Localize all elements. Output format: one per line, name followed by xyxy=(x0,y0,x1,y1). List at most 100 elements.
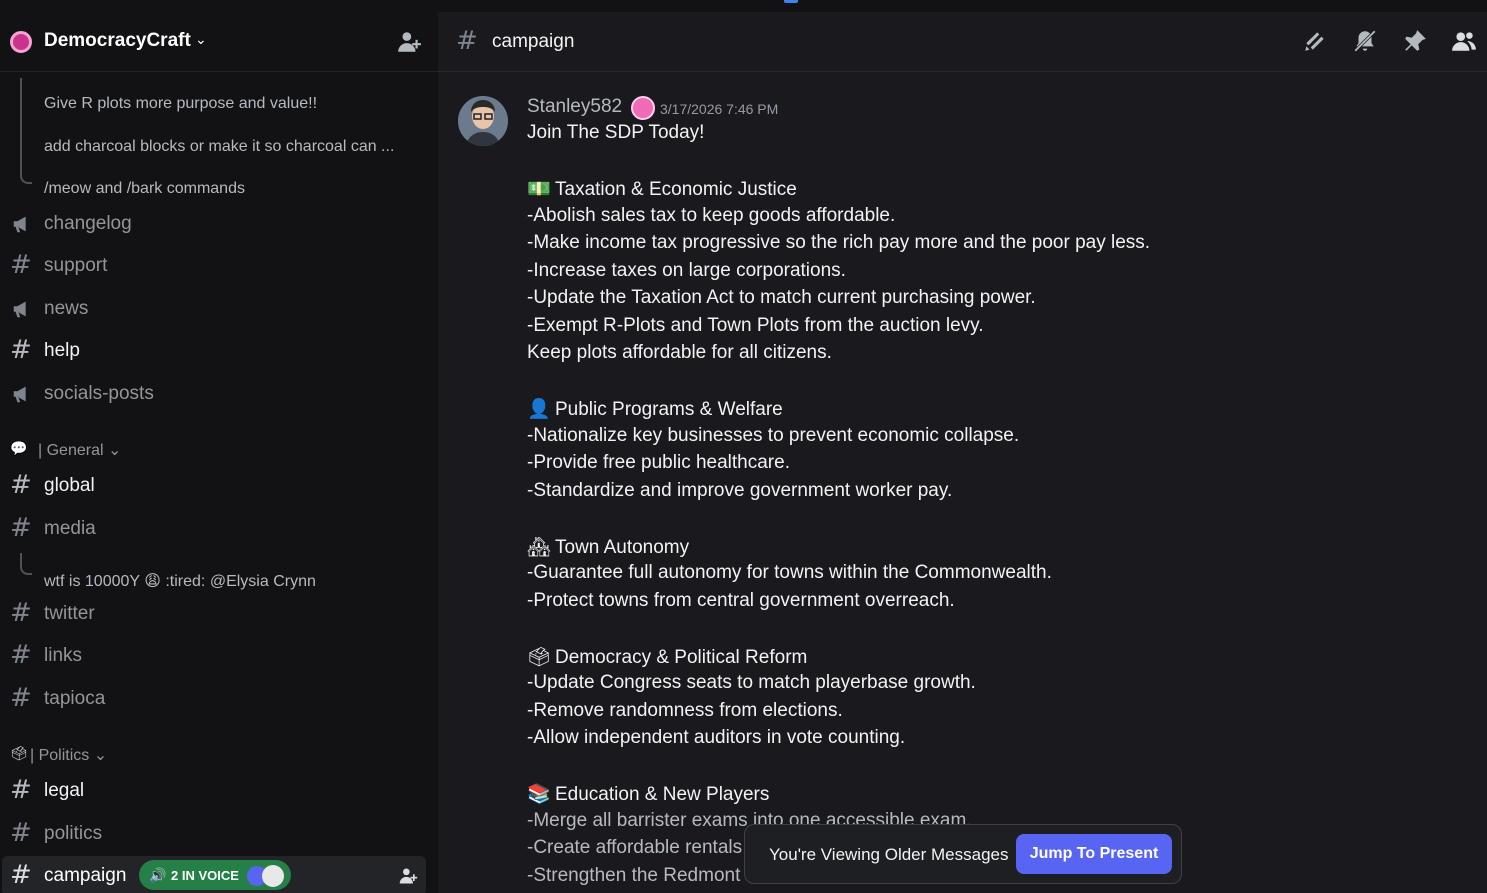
channel-tapioca[interactable]: # tapioca xyxy=(0,679,438,719)
channel-label[interactable]: help xyxy=(44,340,80,362)
emoji-icon: 🏘 xyxy=(527,535,552,558)
thread-item[interactable]: /meow and /bark commands xyxy=(0,167,438,207)
message-line: -Make income tax progressive so the rich… xyxy=(527,232,1150,254)
message-text: -Provide free public healthcare. xyxy=(527,452,790,473)
hashtag-icon: # xyxy=(10,640,32,670)
server-header[interactable]: DemocracyCraft ⌄ xyxy=(0,12,438,72)
channel-sidebar: DemocracyCraft ⌄ Give R plots more purpo… xyxy=(0,12,438,893)
message-line: -Standardize and improve government work… xyxy=(527,480,952,502)
update-indicator xyxy=(784,0,798,3)
category-label[interactable]: | Politics ⌄ xyxy=(30,745,107,765)
announcement-icon xyxy=(13,216,26,233)
channel-socials-posts[interactable]: socials-posts xyxy=(0,374,438,414)
avatar[interactable] xyxy=(458,96,508,146)
message-text: Education & New Players xyxy=(555,784,770,805)
thread-label[interactable]: add charcoal blocks or make it so charco… xyxy=(44,138,416,156)
channel-label[interactable]: politics xyxy=(44,823,102,845)
emoji-icon: 📚 xyxy=(527,783,551,805)
message-text: -Make income tax progressive so the rich… xyxy=(527,232,1151,253)
older-messages-text: You're Viewing Older Messages xyxy=(769,845,1009,864)
message-line: -Guarantee full autonomy for towns withi… xyxy=(527,562,1052,584)
add-member-icon[interactable] xyxy=(398,866,418,886)
message-line: -Increase taxes on large corporations. xyxy=(527,260,846,282)
members-icon[interactable] xyxy=(1451,28,1477,54)
message-line: -Update Congress seats to match playerba… xyxy=(527,672,976,694)
channel-help[interactable]: # help xyxy=(0,331,438,371)
message-line: -Strengthen the Redmont xyxy=(527,865,740,887)
server-icon xyxy=(10,31,32,53)
message-text: -Update the Taxation Act to match curren… xyxy=(527,287,1036,308)
channel-changelog[interactable]: changelog xyxy=(0,204,438,244)
tired-emoji-icon: 😩 xyxy=(144,573,161,590)
message-line: -Nationalize key businesses to prevent e… xyxy=(527,425,1019,447)
channel-support[interactable]: # support xyxy=(0,246,438,286)
message-text: Town Autonomy xyxy=(555,536,690,558)
channel-campaign[interactable]: # campaign 🔊 2 IN VOICE xyxy=(2,856,426,893)
channel-label[interactable]: support xyxy=(44,255,107,277)
message-author[interactable]: Stanley582 xyxy=(527,96,622,118)
message-text: -Remove randomness from elections. xyxy=(527,699,843,721)
channel-politics[interactable]: # politics xyxy=(0,814,438,854)
hashtag-icon: # xyxy=(456,26,478,56)
message-list[interactable]: Stanley582 3/17/2026 7:46 PM Join The SD… xyxy=(438,72,1487,893)
speaker-icon: 🔊 xyxy=(149,867,167,883)
message-line: -Provide free public healthcare. xyxy=(527,452,790,474)
message-line: -Allow independent auditors in vote coun… xyxy=(527,727,905,749)
message-text: -Abolish sales tax to keep goods afforda… xyxy=(527,204,896,226)
message-timestamp: 3/17/2026 7:46 PM xyxy=(660,101,779,117)
message-line: -Update the Taxation Act to match curren… xyxy=(527,287,1036,309)
thread-item[interactable]: Give R plots more purpose and value!! xyxy=(0,82,438,122)
message-text: -Allow independent auditors in vote coun… xyxy=(527,727,906,748)
channel-news[interactable]: news xyxy=(0,289,438,329)
message-text: Keep plots affordable for all citizens. xyxy=(527,342,832,363)
channel-title: campaign xyxy=(492,31,575,52)
channel-label[interactable]: socials-posts xyxy=(44,383,154,405)
channel-label[interactable]: media xyxy=(44,518,96,540)
server-name[interactable]: DemocracyCraft xyxy=(44,30,191,52)
channel-label[interactable]: legal xyxy=(44,780,84,802)
mute-icon[interactable] xyxy=(1352,28,1378,54)
thread-label[interactable]: Give R plots more purpose and value!! xyxy=(44,95,416,113)
thread-item[interactable]: wtf is 10000Y 😩 :tired: @Elysia Crynn xyxy=(0,558,438,598)
jump-to-present-button[interactable]: Jump To Present xyxy=(1016,834,1172,874)
thread-label[interactable]: wtf is 10000Y 😩 :tired: @Elysia Crynn xyxy=(44,571,416,591)
pin-icon[interactable] xyxy=(1402,28,1428,54)
message-text: -Nationalize key businesses to prevent e… xyxy=(527,424,1020,446)
role-icon[interactable] xyxy=(631,96,655,120)
message-text: -Exempt R-Plots and Town Plots from the … xyxy=(527,314,984,336)
message-line: 👤 Public Programs & Welfare xyxy=(527,397,783,421)
channel-label[interactable]: links xyxy=(44,645,82,667)
threads-icon[interactable] xyxy=(1302,28,1328,54)
message-line: -Protect towns from central government o… xyxy=(527,590,955,612)
channel-label[interactable]: news xyxy=(44,298,88,320)
hashtag-icon: # xyxy=(10,335,32,365)
channel-label[interactable]: campaign xyxy=(44,865,126,887)
channel-label[interactable]: twitter xyxy=(44,603,95,625)
channel-legal[interactable]: # legal xyxy=(0,771,438,811)
chevron-down-icon[interactable]: ⌄ xyxy=(195,31,207,48)
channel-global[interactable]: # global xyxy=(0,466,438,506)
invite-people-icon[interactable] xyxy=(396,29,422,55)
channel-label[interactable]: global xyxy=(44,475,95,497)
chat-header: # campaign xyxy=(438,12,1487,72)
channel-twitter[interactable]: # twitter xyxy=(0,594,438,634)
user-avatar-image xyxy=(458,96,508,146)
hashtag-icon: # xyxy=(10,250,32,280)
emoji-icon: 👤 xyxy=(527,398,551,420)
category-label[interactable]: | General ⌄ xyxy=(38,440,121,460)
avatar xyxy=(262,865,284,887)
channel-label[interactable]: tapioca xyxy=(44,688,105,710)
message-text: Public Programs & Welfare xyxy=(555,399,783,420)
voice-activity-badge[interactable]: 🔊 2 IN VOICE xyxy=(139,860,291,890)
thread-item[interactable]: add charcoal blocks or make it so charco… xyxy=(0,125,438,165)
emoji-icon: 💵 xyxy=(527,178,551,200)
channel-media[interactable]: # media xyxy=(0,509,438,549)
message-text: Taxation & Economic Justice xyxy=(555,179,797,200)
channel-links[interactable]: # links xyxy=(0,636,438,676)
channel-label[interactable]: changelog xyxy=(44,213,132,235)
message-text: -Create affordable rentals xyxy=(527,837,743,858)
speech-bubble-icon: 💬 xyxy=(10,440,28,456)
emoji-icon: 🗳 xyxy=(527,645,552,668)
hashtag-icon: # xyxy=(10,470,32,500)
thread-label[interactable]: /meow and /bark commands xyxy=(44,180,416,198)
